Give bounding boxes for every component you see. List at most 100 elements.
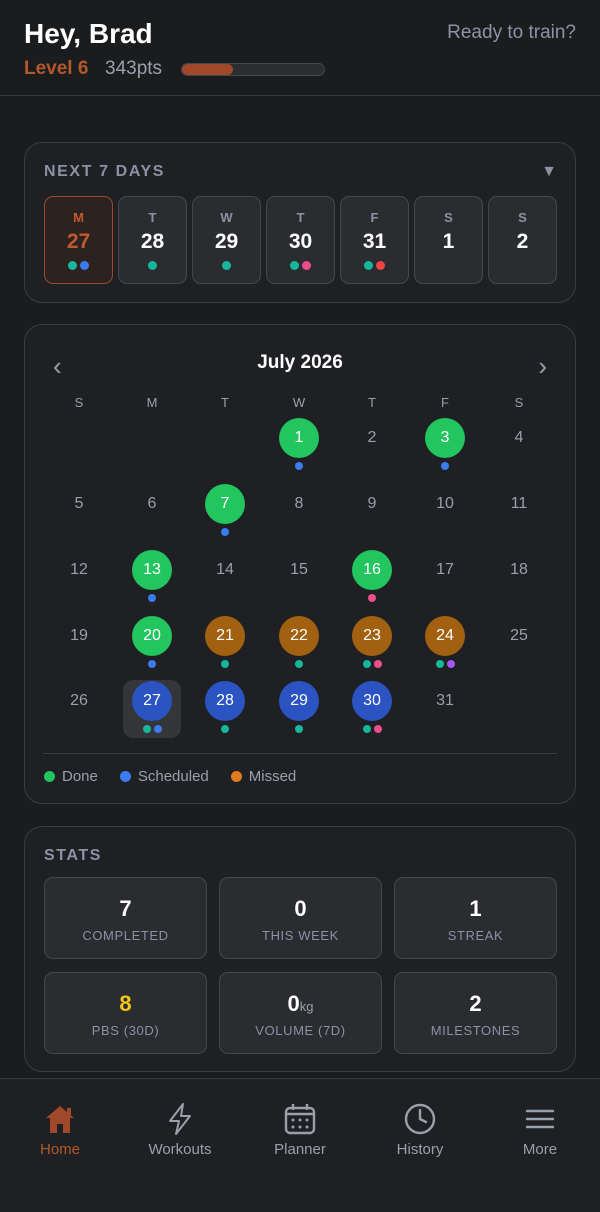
calendar-day-31[interactable]: 31 (416, 680, 474, 738)
week-day-29[interactable]: W 29 (192, 196, 261, 284)
day-number: 19 (70, 627, 88, 644)
day-number: 18 (510, 561, 528, 578)
calendar-day-5[interactable]: 5 (50, 483, 108, 541)
calendar-day-25[interactable]: 25 (490, 615, 548, 673)
stat-label: MILESTONES (430, 1023, 521, 1038)
workout-dots (123, 725, 181, 733)
stat-tile-completed[interactable]: 7 COMPLETED (44, 877, 207, 959)
day-number: 16 (352, 550, 392, 590)
calendar-day-1[interactable]: 1 (270, 417, 328, 475)
calendar-day-10[interactable]: 10 (416, 483, 474, 541)
stat-number: 2 (469, 991, 482, 1016)
day-number: 14 (216, 561, 234, 578)
calendar-day-19[interactable]: 19 (50, 615, 108, 673)
legend-label: Done (62, 768, 98, 785)
weekday-header: M (146, 395, 158, 410)
calendar-day-21[interactable]: 21 (196, 615, 254, 673)
teal-dot (148, 261, 157, 270)
stat-label: STREAK (447, 928, 504, 943)
stat-label: PBS (30D) (91, 1023, 160, 1038)
stat-tile-streak[interactable]: 1 STREAK (394, 877, 557, 959)
stat-value: 1 (395, 896, 556, 922)
nav-item-more[interactable]: More (480, 1101, 600, 1158)
calendar-day-7[interactable]: 7 (196, 483, 254, 541)
calendar-day-3[interactable]: 3 (416, 417, 474, 475)
weekday-header: F (441, 395, 449, 410)
stat-tile-volume-7d[interactable]: 0kg VOLUME (7D) (219, 972, 382, 1054)
points-label: 343pts (105, 58, 163, 79)
calendar-day-9[interactable]: 9 (343, 483, 401, 541)
day-number: 23 (352, 616, 392, 656)
collapse-caret-icon[interactable]: ▼ (541, 163, 557, 181)
day-number: 2 (367, 429, 377, 446)
weekday-header: T (221, 395, 229, 410)
blue-dot (441, 462, 449, 470)
stat-tile-pbs-30d[interactable]: 8 PBS (30D) (44, 972, 207, 1054)
day-number: 27 (66, 230, 91, 253)
day-number: 12 (70, 561, 88, 578)
calendar-day-11[interactable]: 11 (490, 483, 548, 541)
day-number: 6 (147, 495, 157, 512)
calendar-day-23[interactable]: 23 (343, 615, 401, 673)
legend-item-missed: Missed (230, 768, 296, 785)
calendar-day-27[interactable]: 27 (123, 680, 181, 738)
nav-label: More (522, 1141, 558, 1158)
calendar-day-8[interactable]: 8 (270, 483, 328, 541)
day-number: 24 (425, 616, 465, 656)
calendar-day-18[interactable]: 18 (490, 549, 548, 607)
calendar-day-4[interactable]: 4 (490, 417, 548, 475)
stat-number: 1 (469, 896, 482, 921)
header: Hey, Brad Ready to train? Level 6 343pts (0, 0, 600, 96)
day-number: 29 (279, 681, 319, 721)
week-day-2[interactable]: S2 (488, 196, 557, 284)
stat-value: 2 (395, 991, 556, 1017)
nav-item-history[interactable]: History (360, 1101, 480, 1158)
calendar-day-20[interactable]: 20 (123, 615, 181, 673)
day-number: 9 (367, 495, 377, 512)
stat-value: 0kg (220, 991, 381, 1017)
calendar-day-6[interactable]: 6 (123, 483, 181, 541)
calendar-day-29[interactable]: 29 (270, 680, 328, 738)
week-day-27[interactable]: M 27 (44, 196, 113, 284)
day-number: 5 (74, 495, 84, 512)
purple-dot (446, 660, 455, 668)
calendar-day-26[interactable]: 26 (50, 680, 108, 738)
legend-dot (44, 771, 55, 782)
calendar-day-24[interactable]: 24 (416, 615, 474, 673)
stat-tile-this-week[interactable]: 0 THIS WEEK (219, 877, 382, 959)
teal-dot (364, 261, 373, 270)
day-letter: T (296, 210, 305, 225)
calendar-day-16[interactable]: 16 (343, 549, 401, 607)
calendar-day-13[interactable]: 13 (123, 549, 181, 607)
calendar-day-30[interactable]: 30 (343, 680, 401, 738)
stat-tile-milestones[interactable]: 2 MILESTONES (394, 972, 557, 1054)
day-letter: M (73, 210, 84, 225)
day-number: 30 (352, 681, 392, 721)
week-day-31[interactable]: F 31 (340, 196, 409, 284)
calendar-day-17[interactable]: 17 (416, 549, 474, 607)
week-day-30[interactable]: T 30 (266, 196, 335, 284)
nav-item-workouts[interactable]: Workouts (120, 1101, 240, 1158)
calendar-day-28[interactable]: 28 (196, 680, 254, 738)
nav-item-home[interactable]: Home (0, 1101, 120, 1158)
week-day-1[interactable]: S1 (414, 196, 483, 284)
bottom-nav: Home Workouts Planner History More (0, 1078, 600, 1212)
week-day-28[interactable]: T 28 (118, 196, 187, 284)
stats-card: STATS 7 COMPLETED 0 THIS WEEK 1 STREAK 8 PBS (3… (24, 826, 576, 1072)
day-number: 4 (514, 429, 524, 446)
calendar-day-15[interactable]: 15 (270, 549, 328, 607)
workout-dots (270, 725, 328, 733)
calendar-day-2[interactable]: 2 (343, 417, 401, 475)
chevron-right-icon[interactable]: › (538, 351, 547, 382)
stat-number: 0 (287, 991, 300, 1016)
stat-value: 7 (45, 896, 206, 922)
day-number: 20 (132, 616, 172, 656)
pink-dot (373, 725, 382, 733)
blue-dot (153, 725, 162, 733)
calendar-day-22[interactable]: 22 (270, 615, 328, 673)
calendar-day-14[interactable]: 14 (196, 549, 254, 607)
calendar-day-12[interactable]: 12 (50, 549, 108, 607)
day-number: 31 (436, 692, 454, 709)
nav-item-planner[interactable]: Planner (240, 1101, 360, 1158)
day-number: 13 (132, 550, 172, 590)
